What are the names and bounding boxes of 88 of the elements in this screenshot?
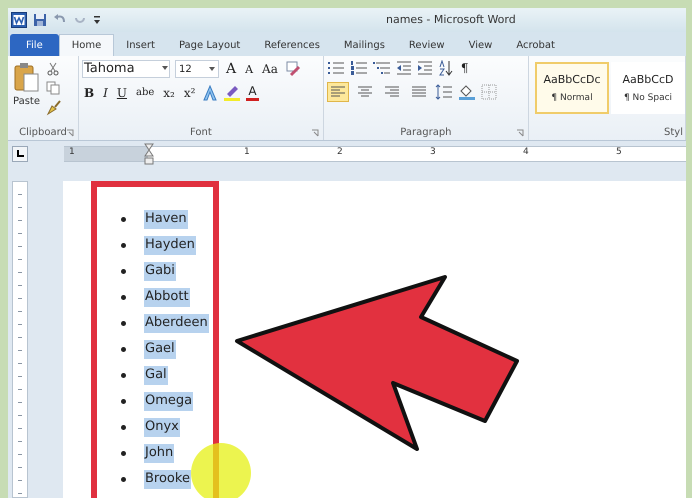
ribbon-tab[interactable]: Mailings [332,34,397,56]
scissors-icon[interactable] [46,62,60,76]
borders-icon[interactable] [480,84,497,100]
dropdown-arrow-icon [162,66,168,70]
left-tab-icon [16,150,24,158]
ruler-number: 1 [244,147,250,157]
save-icon[interactable] [33,13,47,27]
ruler-number: 2 [337,147,343,157]
bullet-icon [121,424,126,430]
list-item-text: Omega [144,392,194,410]
highlighter-icon[interactable] [223,84,242,100]
cursor-highlight [191,443,251,498]
dialog-launcher-icon[interactable] [66,129,74,137]
font-name-field[interactable]: Tahoma [82,60,170,78]
font-color-button[interactable]: A [246,84,259,101]
group-label: Font [190,127,212,138]
shrink-font-button[interactable]: A [243,62,256,76]
arrow-icon [235,275,519,451]
sort-icon[interactable] [438,60,454,76]
show-formatting-button[interactable]: ¶ [458,61,470,75]
style-preset[interactable]: AaBbCcDc ¶ Normal [535,62,609,114]
ruler-number: 3 [430,147,436,157]
ribbon-tab[interactable]: Home [58,34,114,56]
bullet-icon [121,320,126,326]
strikethrough-button[interactable]: abe [134,87,156,98]
dialog-launcher-icon[interactable] [516,129,524,137]
bullet-icon [121,294,126,300]
list-item-text: Hayden [144,236,196,254]
change-case-button[interactable]: Aa [260,62,280,76]
grow-font-button[interactable]: A [224,61,238,77]
list-item-text: Onyx [144,418,180,436]
list-item-text: Gal [144,366,168,384]
italic-button[interactable]: I [101,86,110,100]
bullet-icon [121,372,126,378]
increase-indent-icon[interactable] [416,61,433,75]
ruler-number: 1 [69,147,75,157]
align-left-icon[interactable] [326,82,349,102]
ruler-number: 4 [523,147,529,157]
group-label: Styl [664,127,683,138]
paste-button[interactable]: Paste [11,60,42,125]
decrease-indent-icon[interactable] [396,61,412,75]
list-item-text: John [144,444,174,462]
dialog-launcher-icon[interactable] [310,129,319,137]
indent-marker-icon[interactable] [144,143,154,165]
bullets-icon[interactable] [326,61,345,75]
subscript-button[interactable]: x₂ [161,86,177,100]
word-logo-icon[interactable] [11,12,27,28]
ribbon-tab[interactable]: Page Layout [166,34,252,56]
ribbon-tab[interactable]: View [456,34,504,56]
multilevel-list-icon[interactable] [372,61,391,75]
bullet-icon [121,398,126,404]
bullet-icon [121,242,126,248]
superscript-button[interactable]: x² [182,86,198,100]
ribbon-tab[interactable]: References [252,34,332,56]
ribbon-tab[interactable]: Insert [114,34,167,56]
text-effects-icon[interactable] [202,84,218,100]
bullet-icon [121,216,126,222]
bold-button[interactable]: B [82,86,96,100]
bullet-icon [121,268,126,274]
paint-bucket-icon[interactable] [458,84,476,100]
bullet-icon [121,476,126,482]
ribbon-tab[interactable]: Review [396,34,457,56]
group-label: Paragraph [400,127,452,138]
style-preset[interactable]: AaBbCcD ¶ No Spaci [611,62,685,114]
list-item-text: Gael [144,340,176,358]
clear-formatting-icon[interactable] [284,61,301,77]
list-item-text: Brooke [144,470,191,488]
ruler-number: 5 [616,147,622,157]
group-label: Clipboard [19,127,67,138]
list-item-text: Haven [144,210,188,228]
window-title: names - Microsoft Word [386,13,516,26]
copy-icon[interactable] [46,81,60,95]
ribbon-tab[interactable]: Acrobat [504,34,567,56]
dropdown-arrow-icon [208,67,215,71]
bullet-icon [121,450,126,456]
paintbrush-icon[interactable] [46,100,62,116]
file-tab[interactable]: File [10,34,59,56]
tab-selector-button[interactable] [12,146,28,162]
line-spacing-icon[interactable] [434,84,453,100]
clipboard-icon [14,62,40,92]
numbering-icon[interactable] [350,61,368,75]
list-item-text: Abbott [144,288,190,306]
font-size-field[interactable]: 12 [174,60,219,78]
list-item-text: Aberdeen [144,314,209,332]
underline-button[interactable]: U [114,86,129,100]
bullet-icon [121,346,126,352]
customize-toolbar-icon[interactable] [93,15,101,25]
list-item-text: Gabi [144,262,176,280]
